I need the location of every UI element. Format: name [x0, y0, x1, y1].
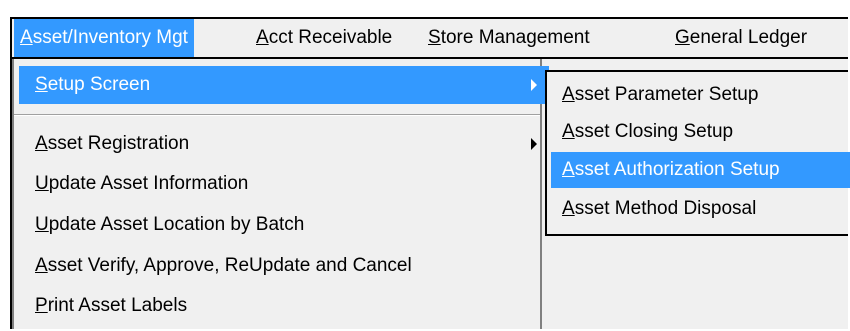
menu-separator: [14, 114, 540, 116]
item-label: sset Closing Setup: [574, 121, 734, 142]
item-label: etup Screen: [47, 74, 151, 95]
menu-asset-inventory-mgt[interactable]: Asset/Inventory Mgt: [14, 19, 194, 57]
submenu-item-asset-method-disposal[interactable]: Asset Method Disposal: [551, 191, 850, 227]
menu-mnemonic: A: [20, 27, 33, 48]
menu-label: eneral Ledger: [689, 27, 808, 48]
submenu-arrow-icon: [531, 138, 537, 150]
item-mnemonic: A: [562, 198, 575, 219]
menu-item-setup-screen[interactable]: Setup Screen: [19, 66, 549, 104]
menu-item-asset-registration[interactable]: Asset Registration: [19, 125, 549, 163]
menu-mnemonic: A: [256, 27, 269, 48]
menu-mnemonic: G: [675, 27, 690, 48]
menu-label: tore Management: [440, 27, 590, 48]
item-label: sset Method Disposal: [574, 198, 757, 219]
item-mnemonic: A: [35, 255, 48, 276]
item-label: sset Authorization Setup: [574, 159, 780, 180]
menu-item-print-asset-labels[interactable]: Print Asset Labels: [19, 287, 549, 325]
item-mnemonic: A: [562, 159, 575, 180]
item-label: sset Verify, Approve, ReUpdate and Cance…: [47, 255, 412, 276]
submenu-item-asset-authorization-setup[interactable]: Asset Authorization Setup: [551, 152, 850, 188]
menu-mnemonic: S: [428, 27, 441, 48]
asset-inventory-dropdown: Setup Screen Asset Registration Update A…: [12, 59, 549, 329]
submenu-item-asset-closing-setup[interactable]: Asset Closing Setup: [551, 114, 850, 150]
menu-label: cct Receivable: [268, 27, 393, 48]
item-mnemonic: S: [35, 74, 48, 95]
submenu-arrow-icon: [531, 79, 537, 91]
item-label: pdate Asset Information: [48, 173, 249, 194]
menu-store-management[interactable]: Store Management: [422, 19, 596, 57]
item-label: pdate Asset Location by Batch: [48, 214, 305, 235]
menu-label: sset/Inventory Mgt: [32, 27, 188, 48]
item-mnemonic: A: [562, 84, 575, 105]
item-mnemonic: A: [562, 121, 575, 142]
setup-screen-submenu: Asset Parameter Setup Asset Closing Setu…: [545, 70, 850, 236]
menu-acct-receivable[interactable]: Acct Receivable: [250, 19, 398, 57]
menu-item-update-asset-information[interactable]: Update Asset Information: [19, 165, 549, 203]
menu-item-asset-verify-approve[interactable]: Asset Verify, Approve, ReUpdate and Canc…: [19, 247, 549, 285]
item-mnemonic: P: [35, 295, 48, 316]
item-mnemonic: U: [35, 214, 49, 235]
submenu-item-asset-parameter-setup[interactable]: Asset Parameter Setup: [551, 77, 850, 113]
item-mnemonic: A: [35, 133, 48, 154]
menu-item-update-asset-location-by-batch[interactable]: Update Asset Location by Batch: [19, 206, 549, 244]
menu-general-ledger[interactable]: General Ledger: [669, 19, 813, 57]
menu-bar: Asset/Inventory Mgt Acct Receivable Stor…: [12, 19, 848, 59]
item-label: sset Registration: [47, 133, 190, 154]
item-label: rint Asset Labels: [47, 295, 188, 316]
item-label: sset Parameter Setup: [574, 84, 759, 105]
item-mnemonic: U: [35, 173, 49, 194]
